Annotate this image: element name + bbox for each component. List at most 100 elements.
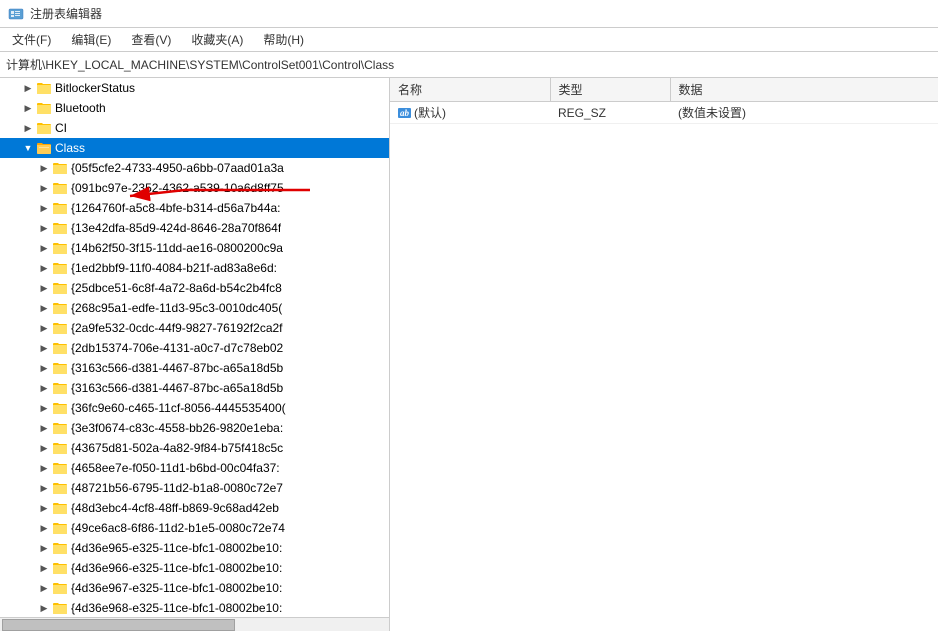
tree-item-c23[interactable]: ▶ {4d36e968-e325-11ce-bfc1-08002be10:: [0, 598, 389, 617]
folder-icon-c16: [52, 460, 68, 476]
tree-item-c2[interactable]: ▶ {091bc97e-2352-4362-a539-10a6d8ff75: [0, 178, 389, 198]
folder-icon-c22: [52, 580, 68, 596]
tree-label-c21: {4d36e966-e325-11ce-bfc1-08002be10:: [71, 561, 282, 575]
tree-item-c13[interactable]: ▶ {36fc9e60-c465-11cf-8056-4445535400(: [0, 398, 389, 418]
tree-item-class[interactable]: ▼ Class: [0, 138, 389, 158]
tree-label-c10: {2db15374-706e-4131-a0c7-d7c78eb02: [71, 341, 283, 355]
expand-icon-c15: ▶: [36, 440, 52, 456]
column-header-name: 名称: [390, 78, 550, 102]
tree-item-c6[interactable]: ▶ {1ed2bbf9-11f0-4084-b21f-ad83a8e6d:: [0, 258, 389, 278]
tree-item-bitlocker[interactable]: ▶ BitlockerStatus: [0, 78, 389, 98]
tree-item-c14[interactable]: ▶ {3e3f0674-c83c-4558-bb26-9820e1eba:: [0, 418, 389, 438]
folder-icon-bluetooth: [36, 100, 52, 116]
tree-horizontal-scrollbar[interactable]: [0, 617, 389, 631]
tree-item-c22[interactable]: ▶ {4d36e967-e325-11ce-bfc1-08002be10:: [0, 578, 389, 598]
menu-file[interactable]: 文件(F): [4, 29, 59, 50]
tree-label-c20: {4d36e965-e325-11ce-bfc1-08002be10:: [71, 541, 282, 555]
tree-item-c11[interactable]: ▶ {3163c566-d381-4467-87bc-a65a18d5b: [0, 358, 389, 378]
menu-edit[interactable]: 编辑(E): [63, 29, 119, 50]
tree-label-c3: {1264760f-a5c8-4bfe-b314-d56a7b44a:: [71, 201, 281, 215]
tree-label-c15: {43675d81-502a-4a82-9f84-b75f418c5c: [71, 441, 283, 455]
expand-icon-c12: ▶: [36, 380, 52, 396]
expand-icon-c10: ▶: [36, 340, 52, 356]
tree-label-ci: CI: [55, 121, 67, 135]
menu-favorites[interactable]: 收藏夹(A): [183, 29, 251, 50]
address-bar: 计算机\HKEY_LOCAL_MACHINE\SYSTEM\ControlSet…: [0, 52, 938, 78]
reg-value-icon: ab: [398, 108, 411, 118]
folder-icon-c7: [52, 280, 68, 296]
tree-item-c16[interactable]: ▶ {4658ee7e-f050-11d1-b6bd-00c04fa37:: [0, 458, 389, 478]
expand-icon-c16: ▶: [36, 460, 52, 476]
tree-item-bluetooth[interactable]: ▶ Bluetooth: [0, 98, 389, 118]
tree-item-c5[interactable]: ▶ {14b62f50-3f15-11dd-ae16-0800200c9a: [0, 238, 389, 258]
expand-icon-class: ▼: [20, 140, 36, 156]
tree-label-bitlocker: BitlockerStatus: [55, 81, 135, 95]
folder-icon-c10: [52, 340, 68, 356]
folder-icon-c23: [52, 600, 68, 616]
expand-icon-c17: ▶: [36, 480, 52, 496]
expand-icon-c2: ▶: [36, 180, 52, 196]
expand-icon-c11: ▶: [36, 360, 52, 376]
cell-name: ab (默认): [390, 102, 550, 124]
tree-item-c3[interactable]: ▶ {1264760f-a5c8-4bfe-b314-d56a7b44a:: [0, 198, 389, 218]
expand-icon-c1: ▶: [36, 160, 52, 176]
expand-icon-c5: ▶: [36, 240, 52, 256]
tree-label-c16: {4658ee7e-f050-11d1-b6bd-00c04fa37:: [71, 461, 280, 475]
right-panel: 名称 类型 数据 ab (默认) REG_SZ: [390, 78, 938, 631]
tree-label-c22: {4d36e967-e325-11ce-bfc1-08002be10:: [71, 581, 282, 595]
tree-label-c4: {13e42dfa-85d9-424d-8646-28a70f864f: [71, 221, 281, 235]
expand-icon-c20: ▶: [36, 540, 52, 556]
expand-icon-bitlocker: ▶: [20, 80, 36, 96]
window-title: 注册表编辑器: [30, 5, 102, 22]
folder-icon-c13: [52, 400, 68, 416]
folder-icon-c19: [52, 520, 68, 536]
expand-icon-c21: ▶: [36, 560, 52, 576]
folder-icon-c11: [52, 360, 68, 376]
expand-icon-c23: ▶: [36, 600, 52, 616]
tree-label-c13: {36fc9e60-c465-11cf-8056-4445535400(: [71, 401, 286, 415]
tree-label-c17: {48721b56-6795-11d2-b1a8-0080c72e7: [71, 481, 283, 495]
tree-label-c5: {14b62f50-3f15-11dd-ae16-0800200c9a: [71, 241, 283, 255]
expand-icon-bluetooth: ▶: [20, 100, 36, 116]
tree-item-c10[interactable]: ▶ {2db15374-706e-4131-a0c7-d7c78eb02: [0, 338, 389, 358]
expand-icon-c18: ▶: [36, 500, 52, 516]
folder-icon-c17: [52, 480, 68, 496]
tree-item-c19[interactable]: ▶ {49ce6ac8-6f86-11d2-b1e5-0080c72e74: [0, 518, 389, 538]
cell-type: REG_SZ: [550, 102, 670, 124]
expand-icon-ci: ▶: [20, 120, 36, 136]
expand-icon-c19: ▶: [36, 520, 52, 536]
tree-item-c8[interactable]: ▶ {268c95a1-edfe-11d3-95c3-0010dc405(: [0, 298, 389, 318]
table-row[interactable]: ab (默认) REG_SZ (数值未设置): [390, 102, 938, 124]
tree-item-c1[interactable]: ▶ {05f5cfe2-4733-4950-a6bb-07aad01a3a: [0, 158, 389, 178]
tree-item-c20[interactable]: ▶ {4d36e965-e325-11ce-bfc1-08002be10:: [0, 538, 389, 558]
tree-item-c17[interactable]: ▶ {48721b56-6795-11d2-b1a8-0080c72e7: [0, 478, 389, 498]
tree-label-c6: {1ed2bbf9-11f0-4084-b21f-ad83a8e6d:: [71, 261, 277, 275]
folder-icon-bitlocker: [36, 80, 52, 96]
folder-icon-c6: [52, 260, 68, 276]
tree-item-c4[interactable]: ▶ {13e42dfa-85d9-424d-8646-28a70f864f: [0, 218, 389, 238]
tree-item-ci[interactable]: ▶ CI: [0, 118, 389, 138]
tree-label-c1: {05f5cfe2-4733-4950-a6bb-07aad01a3a: [71, 161, 284, 175]
tree-item-c15[interactable]: ▶ {43675d81-502a-4a82-9f84-b75f418c5c: [0, 438, 389, 458]
tree-label-c2: {091bc97e-2352-4362-a539-10a6d8ff75: [71, 181, 284, 195]
tree-item-c12[interactable]: ▶ {3163c566-d381-4467-87bc-a65a18d5b: [0, 378, 389, 398]
expand-icon-c4: ▶: [36, 220, 52, 236]
folder-icon-c8: [52, 300, 68, 316]
app-icon: [8, 6, 24, 22]
expand-icon-c14: ▶: [36, 420, 52, 436]
tree-item-c9[interactable]: ▶ {2a9fe532-0cdc-44f9-9827-76192f2ca2f: [0, 318, 389, 338]
menu-bar: 文件(F) 编辑(E) 查看(V) 收藏夹(A) 帮助(H): [0, 28, 938, 52]
tree-item-c7[interactable]: ▶ {25dbce51-6c8f-4a72-8a6d-b54c2b4fc8: [0, 278, 389, 298]
folder-icon-c3: [52, 200, 68, 216]
folder-icon-ci: [36, 120, 52, 136]
tree-item-c21[interactable]: ▶ {4d36e966-e325-11ce-bfc1-08002be10:: [0, 558, 389, 578]
tree-label-c14: {3e3f0674-c83c-4558-bb26-9820e1eba:: [71, 421, 283, 435]
tree-label-c19: {49ce6ac8-6f86-11d2-b1e5-0080c72e74: [71, 521, 285, 535]
tree-label-c7: {25dbce51-6c8f-4a72-8a6d-b54c2b4fc8: [71, 281, 282, 295]
folder-icon-c21: [52, 560, 68, 576]
menu-help[interactable]: 帮助(H): [255, 29, 312, 50]
folder-icon-c18: [52, 500, 68, 516]
tree-scroll[interactable]: ▶ BitlockerStatus ▶: [0, 78, 389, 617]
tree-item-c18[interactable]: ▶ {48d3ebc4-4cf8-48ff-b869-9c68ad42eb: [0, 498, 389, 518]
menu-view[interactable]: 查看(V): [123, 29, 179, 50]
